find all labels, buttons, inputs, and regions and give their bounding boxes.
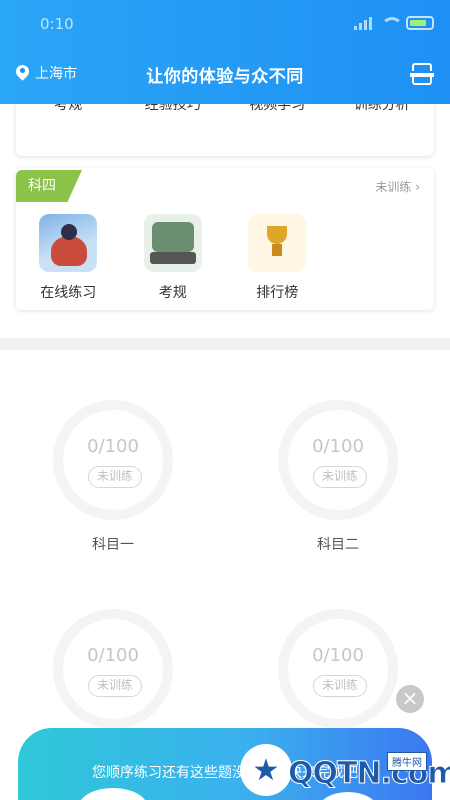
status-icons <box>354 16 434 30</box>
chevron-right-icon: › <box>415 180 420 194</box>
status-time: 0:10 <box>40 15 74 33</box>
subject-tag: 科四 <box>16 170 82 202</box>
progress-count: 0/100 <box>87 645 139 666</box>
progress-subject-four[interactable]: 0/100 未训练 <box>268 609 408 729</box>
battery-icon <box>406 16 434 30</box>
trophy-thumbnail <box>248 214 307 272</box>
app-header: 0:10 上海市 让你的体验与众不同 <box>0 0 450 104</box>
signal-icon <box>354 16 372 30</box>
online-practice-thumbnail <box>39 214 98 272</box>
card2-grid: 在线练习 考规 排行榜 <box>16 214 330 302</box>
card2-item-label: 排行榜 <box>256 285 299 301</box>
progress-count: 0/100 <box>312 645 364 666</box>
progress-subject-two[interactable]: 0/100 未训练 科目二 <box>268 400 408 554</box>
section-divider <box>0 338 450 350</box>
header-slogan: 让你的体验与众不同 <box>146 67 304 87</box>
star-logo-icon: ★ <box>240 744 292 796</box>
progress-count: 0/100 <box>87 436 139 457</box>
close-icon: × <box>401 686 419 710</box>
progress-ring: 0/100 未训练 <box>278 609 398 729</box>
watermark: ★ QQTN.com 腾牛网 <box>240 742 450 800</box>
training-status-label: 未训练 <box>375 180 412 194</box>
progress-status-badge: 未训练 <box>313 466 367 488</box>
progress-ring: 0/100 未训练 <box>53 400 173 520</box>
subject-four-card: 科四 未训练 › 在线练习 考规 排行榜 <box>16 168 434 310</box>
rules-thumbnail <box>143 214 202 272</box>
progress-ring: 0/100 未训练 <box>53 609 173 729</box>
progress-status-badge: 未训练 <box>313 675 367 697</box>
card2-item-rules[interactable]: 考规 <box>121 214 226 302</box>
progress-status-badge: 未训练 <box>88 466 142 488</box>
progress-subject-three[interactable]: 0/100 未训练 <box>43 609 183 729</box>
wifi-icon <box>380 16 403 30</box>
scan-icon[interactable] <box>410 63 434 85</box>
card2-item-leaderboard[interactable]: 排行榜 <box>225 214 330 302</box>
progress-subject-name: 科目二 <box>317 537 359 553</box>
progress-subject-name: 科目一 <box>92 537 134 553</box>
card2-item-online-practice[interactable]: 在线练习 <box>16 214 121 302</box>
cloud-decoration <box>78 788 148 800</box>
status-bar: 0:10 <box>0 0 450 48</box>
card2-item-label: 在线练习 <box>40 285 97 301</box>
progress-status-badge: 未训练 <box>88 675 142 697</box>
progress-ring: 0/100 未训练 <box>278 400 398 520</box>
progress-subject-one[interactable]: 0/100 未训练 科目一 <box>43 400 183 554</box>
training-status-link[interactable]: 未训练 › <box>375 178 420 195</box>
card2-item-label: 考规 <box>158 285 187 301</box>
watermark-badge: 腾牛网 <box>387 752 427 771</box>
close-banner-button[interactable]: × <box>396 685 424 713</box>
progress-count: 0/100 <box>312 436 364 457</box>
